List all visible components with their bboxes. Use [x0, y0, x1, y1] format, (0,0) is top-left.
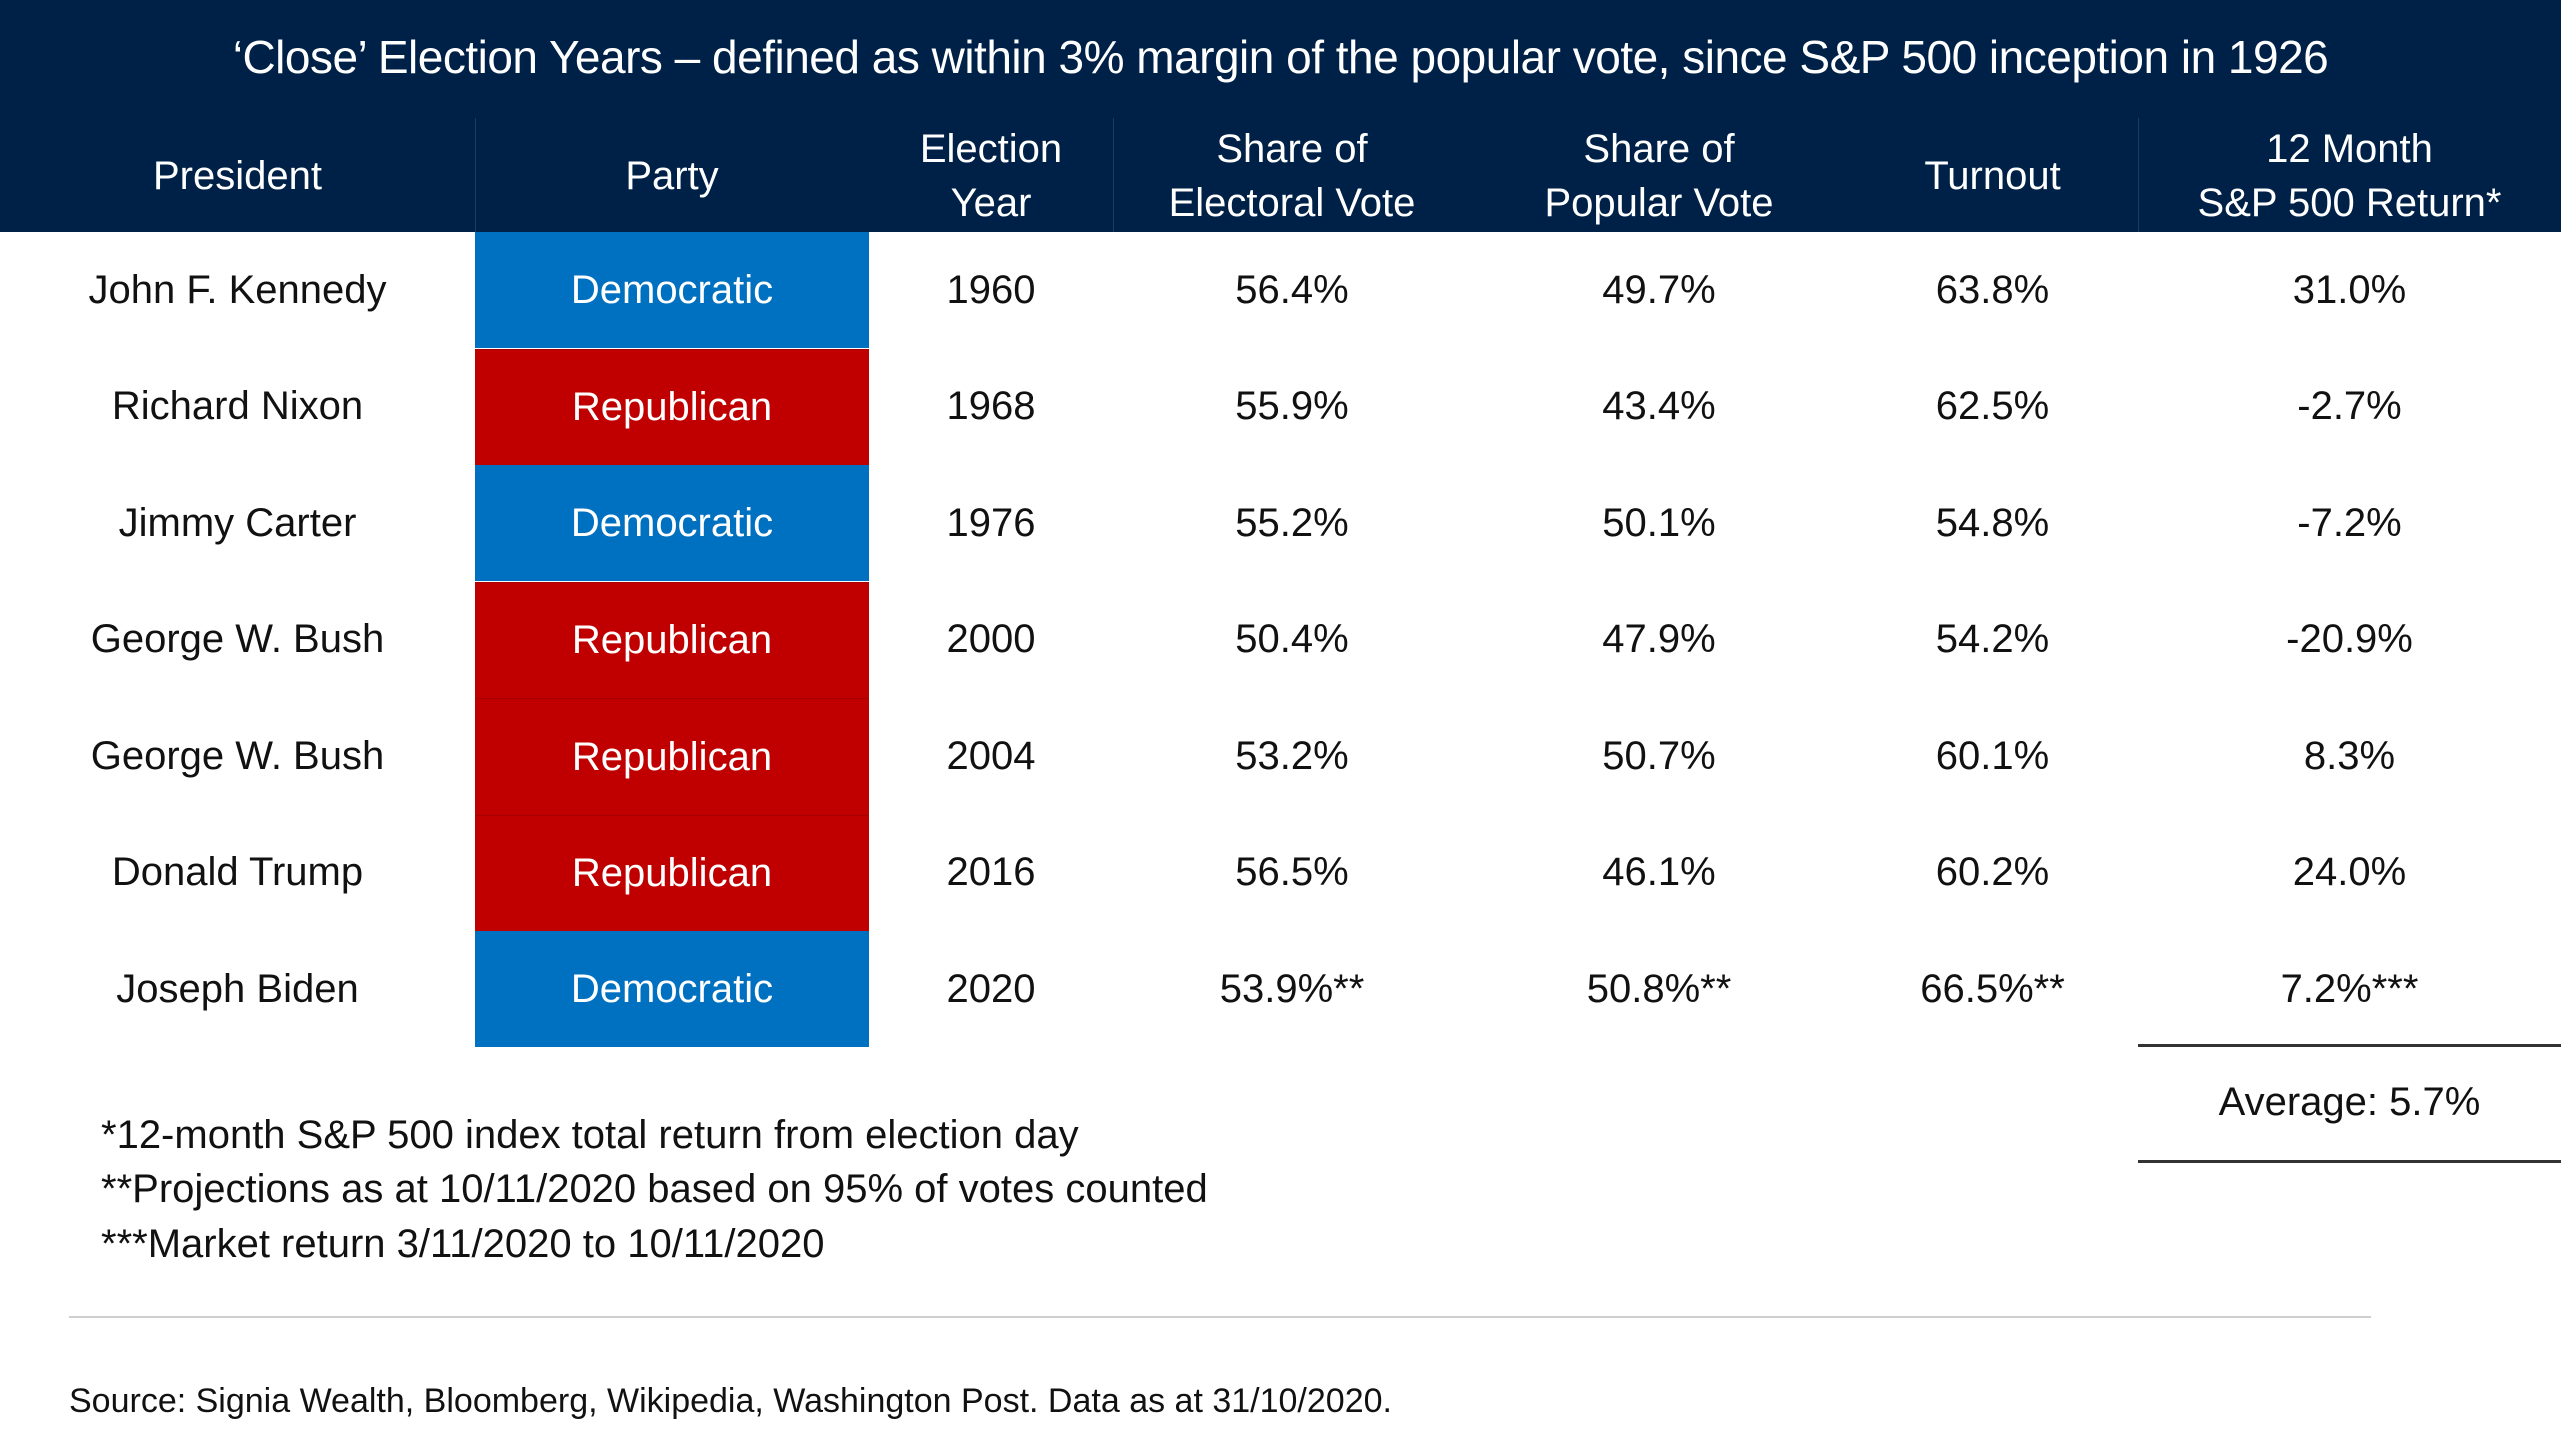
cell-return: -7.2% [2297, 500, 2402, 545]
column-header-year: Election Year [919, 127, 1063, 225]
cell-return: 7.2%*** [2280, 966, 2419, 1011]
average-top-rule [2138, 1044, 2561, 1047]
cell-popular: 47.9% [1602, 617, 1716, 661]
cell-president: John F. Kennedy [88, 267, 387, 312]
cell-year: 1960 [946, 267, 1036, 312]
cell-popular: 50.1% [1602, 500, 1716, 545]
divider [69, 1316, 2371, 1318]
cell-return: 24.0% [2292, 850, 2407, 894]
cell-president: Richard Nixon [111, 384, 364, 428]
cell-turnout: 54.8% [1935, 500, 2050, 545]
cell-turnout: 54.2% [1935, 617, 2050, 661]
cell-year: 2000 [946, 617, 1036, 661]
cell-return: 31.0% [2292, 267, 2407, 312]
cell-president: George W. Bush [90, 617, 385, 661]
cell-year: 1976 [946, 500, 1036, 545]
column-header-popular: Share of Popular Vote [1544, 127, 1774, 225]
cell-turnout: 60.2% [1935, 850, 2050, 894]
footnote-2: **Projections as at 10/11/2020 based on … [101, 1167, 1208, 1211]
source-note: Source: Signia Wealth, Bloomberg, Wikipe… [69, 1382, 1392, 1420]
cell-electoral: 56.5% [1235, 850, 1349, 894]
cell-turnout: 63.8% [1935, 267, 2050, 312]
cell-popular: 50.7% [1602, 733, 1716, 778]
column-header-party: Party [625, 154, 719, 198]
cell-popular: 46.1% [1602, 850, 1716, 894]
cell-popular: 50.8%** [1586, 966, 1732, 1011]
page-title: ‘Close’ Election Years – defined as with… [232, 31, 2329, 83]
cell-turnout: 60.1% [1935, 733, 2050, 778]
cell-electoral: 50.4% [1235, 617, 1349, 661]
cell-electoral: 55.2% [1235, 500, 1349, 545]
cell-party: Democratic [475, 232, 869, 348]
cell-president: George W. Bush [90, 733, 385, 778]
cell-year: 2016 [946, 850, 1036, 894]
cell-electoral: 55.9% [1235, 384, 1349, 428]
footnote-3: ***Market return 3/11/2020 to 10/11/2020 [101, 1222, 825, 1266]
cell-party: Republican [475, 348, 869, 466]
cell-return: -2.7% [2297, 384, 2402, 428]
cell-president: Joseph Biden [116, 966, 359, 1011]
cell-party: Republican [475, 698, 869, 815]
cell-electoral: 53.2% [1235, 733, 1349, 778]
column-header-turnout: Turnout [1924, 154, 2061, 198]
cell-electoral: 53.9%** [1219, 966, 1365, 1011]
table-row: Jimmy Carter Democratic 1976 55.2% 50.1% 54.8… [0, 465, 2561, 581]
column-header-return: 12 Month S&P 500 Return* [2197, 127, 2502, 225]
cell-president: Jimmy Carter [118, 500, 357, 545]
cell-return: 8.3% [2303, 733, 2396, 778]
table-row: George W. Bush Republican 2004 53.2% 50.7% 60… [0, 698, 2561, 815]
cell-party: Republican [475, 581, 869, 699]
cell-popular: 43.4% [1602, 384, 1716, 428]
table-row: Donald Trump Republican 2016 56.5% 46.1% 60.2… [0, 814, 2561, 932]
cell-popular: 49.7% [1602, 267, 1716, 312]
cell-party: Republican [475, 814, 869, 932]
cell-party: Democratic [475, 465, 869, 581]
average-return: Average: 5.7% [2218, 1080, 2481, 1124]
column-header-president: President [153, 154, 322, 198]
cell-turnout: 62.5% [1935, 384, 2050, 428]
cell-party: Democratic [475, 931, 869, 1047]
table-row: Joseph Biden Democratic 2020 53.9%** 50.8%**… [0, 931, 2561, 1047]
cell-year: 2004 [946, 733, 1036, 778]
table-row: John F. Kennedy Democratic 1960 56.4% 49.7% 6… [0, 232, 2561, 348]
table-row: Richard Nixon Republican 1968 55.9% 43.4% 62.… [0, 348, 2561, 466]
cell-turnout: 66.5%** [1920, 966, 2065, 1011]
footnote-1: *12-month S&P 500 index total return fro… [101, 1113, 1079, 1157]
table-row: George W. Bush Republican 2000 50.4% 47.9% 54… [0, 581, 2561, 699]
cell-return: -20.9% [2286, 617, 2413, 661]
cell-year: 2020 [946, 966, 1036, 1011]
cell-electoral: 56.4% [1235, 267, 1349, 312]
average-bottom-rule [2138, 1160, 2561, 1163]
cell-year: 1968 [946, 384, 1036, 428]
column-header-electoral: Share of Electoral Vote [1168, 127, 1416, 225]
cell-president: Donald Trump [111, 850, 364, 894]
